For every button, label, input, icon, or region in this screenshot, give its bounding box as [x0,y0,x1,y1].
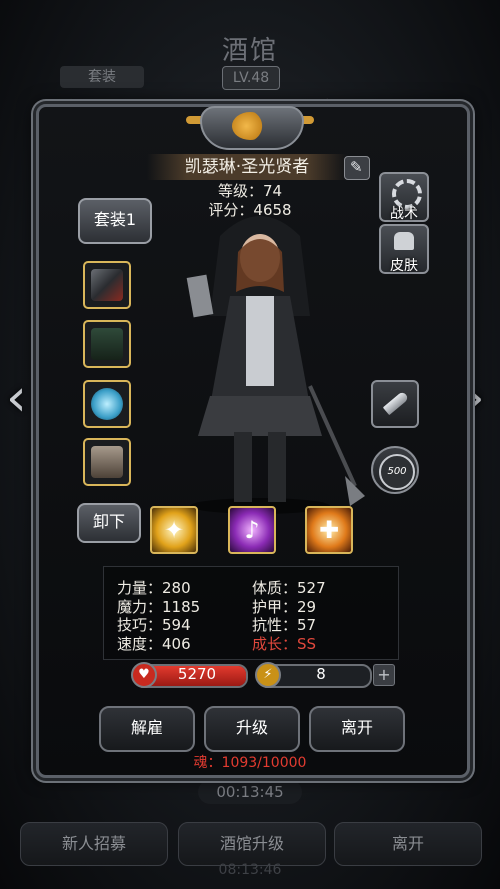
tactics-button[interactable]: 战术 [379,172,429,222]
stat-strength: 力量：280 [117,579,191,597]
bg-leave-button: 离开 [334,822,482,866]
robe-icon [91,328,123,360]
medal-slot[interactable]: 500 [371,446,419,494]
medal-500-badge: 500 [379,454,415,490]
hammer-icon [91,269,123,301]
weapon-slot[interactable] [83,261,131,309]
bg-timer: 00:13:45 [198,780,302,804]
energy-value: 8 [316,665,326,683]
equipment-set-button[interactable]: 套装1 [78,198,152,244]
edit-pencil-icon: ✎ [350,158,363,176]
soul-counter: 魂：1093/10000 [193,755,307,771]
prev-hero-arrow-icon[interactable]: ‹ [6,368,27,428]
stat-skill: 技巧：594 [117,616,191,634]
hp-value: 5270 [177,665,217,683]
accessory-slot[interactable] [83,380,131,428]
stat-constitution: 体质：527 [252,579,326,597]
skill-slot-3[interactable]: ✚ [305,506,353,554]
unequip-button[interactable]: 卸下 [77,503,141,543]
rename-button[interactable]: ✎ [344,156,370,180]
tavern-title: 酒馆 [221,36,278,66]
shirt-icon [394,232,414,250]
bg-set-tab: 套装 [60,66,144,88]
skin-button[interactable]: 皮肤 [379,224,429,274]
hero-name: 凯瑟琳·圣光贤者 [147,154,347,180]
add-energy-button[interactable]: + [373,664,395,686]
bg-upgrade-tavern-button: 酒馆升级 [178,822,326,866]
pouch-icon [91,446,123,478]
skill-slot-1[interactable]: ✦ [150,506,198,554]
skin-label: 皮肤 [390,258,418,274]
upgrade-button[interactable]: 升级 [204,706,300,752]
stat-growth: 成长：SS [252,635,317,653]
bg-level: LV.48 [222,66,280,90]
skill-slot-2[interactable]: ♪ [228,506,276,554]
leave-button[interactable]: 离开 [309,706,405,752]
tactics-label: 战术 [390,206,418,222]
dismiss-button[interactable]: 解雇 [99,706,195,752]
hero-portrait [186,216,365,514]
armor-slot[interactable] [83,320,131,368]
stat-speed: 速度：406 [117,635,191,653]
music-note-icon: ♪ [244,516,260,544]
orb-icon [91,388,123,420]
light-burst-icon: ✦ [163,516,185,544]
bg-bottom-time: 08:13:46 [218,862,282,878]
crescent-moon-icon [232,112,268,140]
stat-resistance: 抗性：57 [252,616,317,634]
secondary-weapon-slot[interactable] [371,380,419,428]
holy-shield-icon: ✚ [318,516,340,544]
bg-recruit-button: 新人招募 [20,822,168,866]
trinket-slot[interactable] [83,438,131,486]
dagger-icon [382,390,410,416]
